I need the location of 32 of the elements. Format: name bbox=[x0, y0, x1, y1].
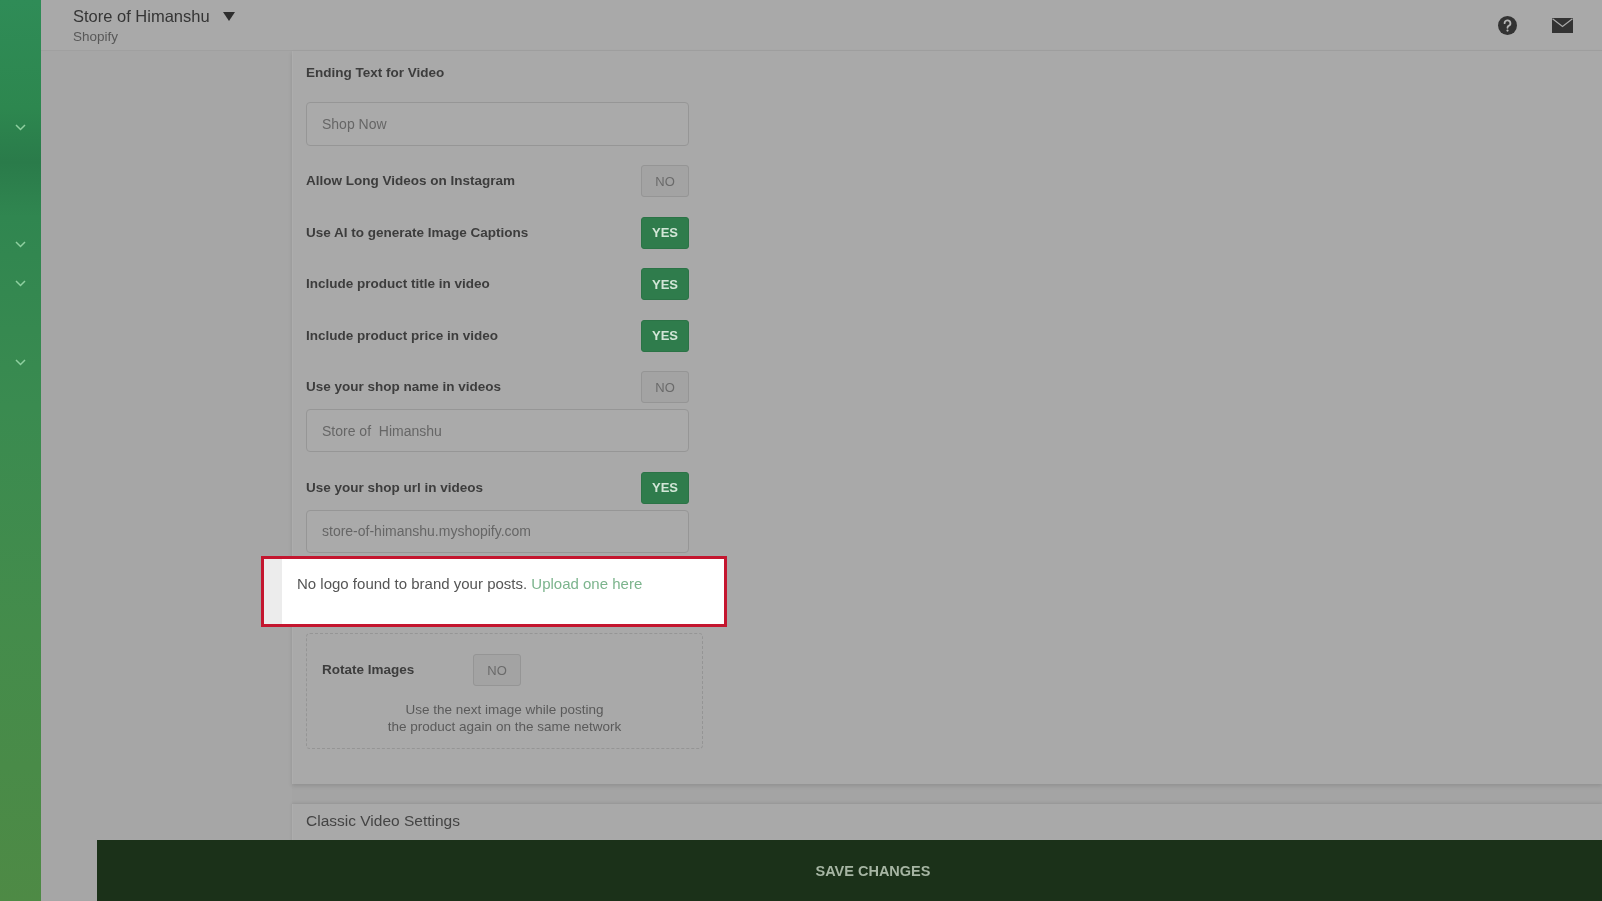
mail-icon[interactable] bbox=[1552, 17, 1573, 33]
toggle-button[interactable]: NO bbox=[473, 654, 521, 686]
help-icon[interactable] bbox=[1498, 15, 1517, 35]
toggle-button[interactable]: YES bbox=[641, 471, 689, 504]
platform-label: Shopify bbox=[73, 29, 119, 45]
notice-text: No logo found to brand your posts. Upload one here bbox=[297, 573, 643, 594]
caret-icon bbox=[222, 11, 235, 21]
setting-label: Use your shop name in videos bbox=[306, 378, 502, 396]
chevron-down-icon[interactable] bbox=[15, 124, 26, 131]
setting-label: Include product price in video bbox=[306, 326, 499, 345]
upload-link[interactable]: Upload one here bbox=[531, 574, 643, 592]
setting-label: Use AI to generate Image Captions bbox=[306, 223, 529, 242]
setting-label: Allow Long Videos on Instagram bbox=[306, 172, 516, 190]
toggle-button[interactable]: YES bbox=[641, 268, 689, 300]
section-title: Classic Video Settings bbox=[306, 812, 460, 829]
store-switcher[interactable]: Store of Himanshu bbox=[73, 6, 235, 26]
text-input[interactable]: store-of-himanshu.myshopify.com bbox=[306, 509, 689, 553]
setting-description: Use the next image while posting the product again on the same network bbox=[386, 700, 623, 735]
toggle-button[interactable]: NO bbox=[641, 165, 689, 197]
setting-label: Include product title in video bbox=[306, 275, 490, 293]
toggle-button[interactable]: NO bbox=[641, 371, 689, 403]
field-label: Ending Text for Video bbox=[306, 64, 445, 82]
toggle-button[interactable]: YES bbox=[641, 319, 689, 352]
chevron-down-icon[interactable] bbox=[15, 359, 26, 366]
text-input[interactable]: Shop Now bbox=[306, 101, 689, 146]
save-changes-button[interactable]: SAVE CHANGES bbox=[97, 840, 1602, 901]
chevron-down-icon[interactable] bbox=[15, 241, 26, 248]
chevron-down-icon[interactable] bbox=[15, 280, 26, 287]
toggle-button[interactable]: YES bbox=[641, 216, 689, 249]
setting-label: Rotate Images bbox=[322, 661, 416, 679]
text-input[interactable]: Store of Himanshu bbox=[306, 409, 689, 452]
setting-label: Use your shop url in videos bbox=[306, 478, 484, 497]
